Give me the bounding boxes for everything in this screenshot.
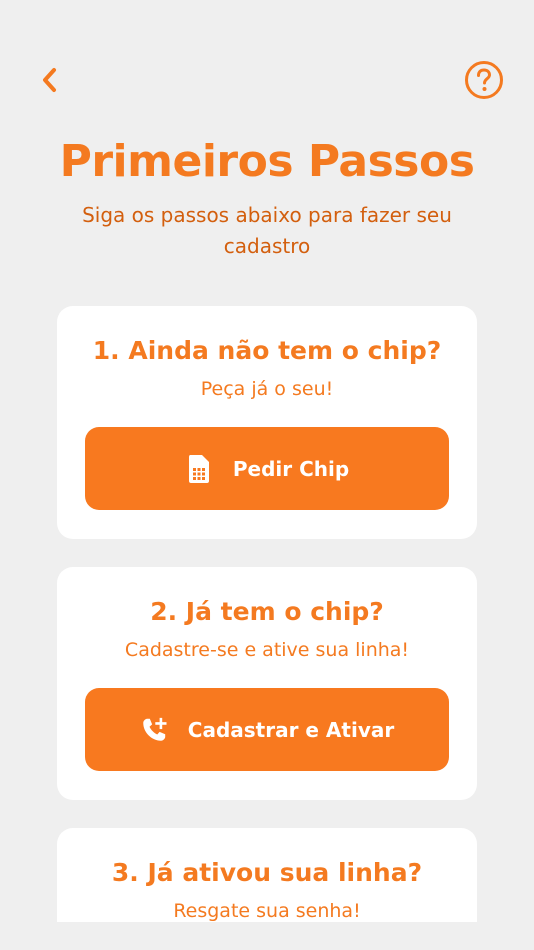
bottom-edge — [0, 922, 534, 950]
first-steps-screen: Primeiros Passos Siga os passos abaixo p… — [0, 0, 534, 950]
register-activate-label: Cadastrar e Ativar — [187, 717, 395, 742]
step-title: 2. Já tem o chip? — [150, 597, 384, 626]
step-subtitle: Resgate sua senha! — [173, 900, 361, 922]
step-title: 1. Ainda não tem o chip? — [92, 336, 442, 365]
back-button[interactable] — [30, 60, 70, 100]
step-card-register-activate: 2. Já tem o chip? Cadastre-se e ative su… — [57, 567, 477, 800]
step-subtitle: Peça já o seu! — [200, 378, 334, 400]
register-activate-button[interactable]: Cadastrar e Ativar — [85, 688, 449, 771]
step-title: 3. Já ativou sua linha? — [111, 858, 423, 887]
top-bar — [0, 56, 534, 104]
sim-card-icon — [185, 454, 213, 484]
phone-add-icon — [140, 715, 168, 745]
question-circle-icon — [465, 61, 503, 99]
step-subtitle: Cadastre-se e ative sua linha! — [124, 639, 410, 661]
order-chip-button[interactable]: Pedir Chip — [85, 427, 449, 510]
step-card-order-chip: 1. Ainda não tem o chip? Peça já o seu! … — [57, 306, 477, 539]
help-button[interactable] — [464, 60, 504, 100]
page-title: Primeiros Passos — [59, 136, 475, 187]
chevron-left-icon — [43, 68, 56, 92]
order-chip-label: Pedir Chip — [232, 456, 350, 481]
page-subtitle: Siga os passos abaixo para fazer seu cad… — [82, 203, 452, 258]
